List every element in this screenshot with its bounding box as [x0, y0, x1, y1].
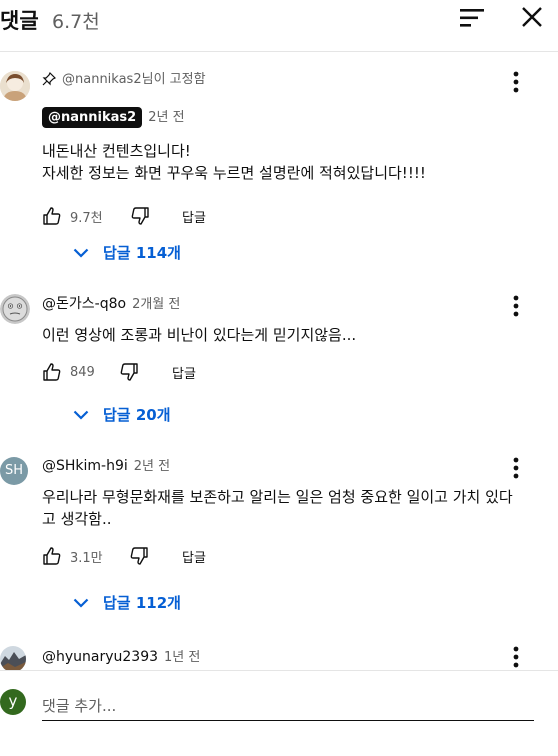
thumbs-down-icon	[120, 363, 138, 381]
more-options-icon[interactable]	[506, 294, 526, 318]
avatar[interactable]	[0, 294, 30, 324]
chevron-down-icon	[73, 598, 89, 608]
dislike-button[interactable]	[129, 544, 149, 568]
comment-time[interactable]: 2년 전	[134, 459, 170, 474]
comment-author[interactable]: @SHkim-h9i	[42, 458, 128, 474]
like-button[interactable]: 849	[42, 360, 95, 384]
chevron-down-icon	[73, 410, 89, 420]
thumbs-up-icon	[43, 207, 61, 225]
like-button[interactable]: 3.1만	[42, 544, 103, 568]
comment-time[interactable]: 2년 전	[148, 110, 184, 125]
comment-author[interactable]: @nannikas2	[42, 107, 143, 128]
avatar[interactable]	[0, 71, 30, 101]
more-options-icon[interactable]	[506, 70, 526, 94]
comments-count: 6.7천	[52, 11, 100, 33]
add-comment-input[interactable]	[42, 691, 534, 721]
comment-author[interactable]: @돈가스-q8o	[42, 296, 126, 312]
avatar[interactable]: SH	[0, 457, 28, 485]
avatar-initials: SH	[4, 463, 24, 478]
more-options-icon[interactable]	[506, 645, 526, 669]
chevron-down-icon	[73, 248, 89, 258]
reply-button[interactable]: 답글	[182, 544, 206, 568]
dislike-button[interactable]	[130, 204, 150, 228]
comment-actions: 9.7천 답글	[42, 204, 518, 228]
thumbs-up-icon	[43, 363, 61, 381]
comment-author[interactable]: @hyunaryu2393	[42, 649, 158, 665]
comment-meta: @hyunaryu2393 1년 전	[42, 647, 518, 667]
thumbs-down-icon	[131, 207, 149, 225]
sort-icon[interactable]	[457, 6, 487, 30]
close-icon[interactable]	[520, 5, 544, 29]
like-count: 3.1만	[70, 550, 103, 566]
comment-time[interactable]: 1년 전	[164, 650, 200, 665]
comment-composer: y	[0, 670, 558, 756]
pinned-text: @nannikas2님이 고정함	[62, 72, 206, 87]
comments-header: 댓글 6.7천	[0, 0, 558, 52]
dislike-button[interactable]	[119, 360, 139, 384]
pin-icon	[42, 71, 57, 86]
like-count: 849	[70, 364, 95, 380]
comment-text: 우리나라 무형문화재를 보존하고 알리는 일은 엄청 중요한 일이고 가치 있다…	[42, 488, 513, 528]
view-replies-button[interactable]: 답글 20개	[73, 404, 171, 425]
comment-time[interactable]: 2개월 전	[132, 297, 180, 312]
comment-text: 이런 영상에 조롱과 비난이 있다는게 믿기지않음...	[42, 326, 357, 344]
avatar[interactable]	[0, 646, 26, 670]
comment-actions: 3.1만 답글	[42, 544, 518, 568]
comment-item: @hyunaryu2393 1년 전	[0, 644, 558, 670]
more-options-icon[interactable]	[506, 456, 526, 480]
like-button[interactable]: 9.7천	[42, 204, 103, 228]
reply-button[interactable]: 답글	[172, 360, 196, 384]
comment-text: 내돈내산 컨텐츠입니다! 자세한 정보는 화면 꾸우욱 누르면 설명란에 적혀있…	[42, 142, 426, 182]
comment-actions: 849 답글	[42, 360, 518, 384]
view-replies-button[interactable]: 답글 112개	[73, 592, 181, 613]
comment-meta: @SHkim-h9i 2년 전	[42, 456, 518, 476]
view-replies-button[interactable]: 답글 114개	[73, 242, 181, 263]
comment-meta: @돈가스-q8o 2개월 전	[42, 294, 518, 314]
reply-button[interactable]: 답글	[182, 204, 206, 228]
replies-count: 답글 20개	[103, 406, 171, 424]
avatar[interactable]: y	[0, 689, 26, 715]
like-count: 9.7천	[70, 210, 103, 226]
pinned-label: @nannikas2님이 고정함	[42, 70, 518, 90]
thumbs-up-icon	[43, 547, 61, 565]
comments-title: 댓글	[0, 9, 39, 33]
replies-count: 답글 112개	[103, 594, 181, 612]
thumbs-down-icon	[130, 547, 148, 565]
replies-count: 답글 114개	[103, 244, 181, 262]
